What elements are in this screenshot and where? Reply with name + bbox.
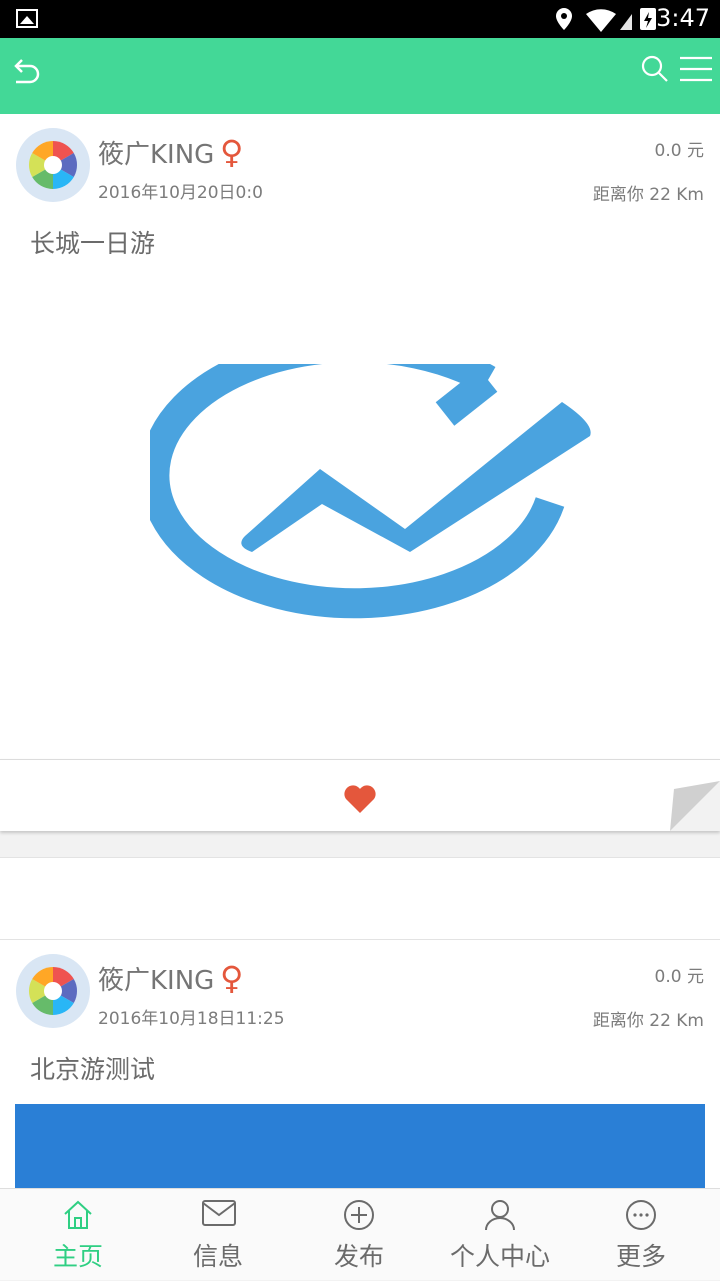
nav-label: 信息 [192,1242,243,1271]
post-date: 2016年10月18日11:25 [98,1009,285,1029]
post-date: 2016年10月20日0:0 [98,183,263,203]
nav-home[interactable]: 主页 [8,1189,148,1281]
username[interactable]: 筱广KING [98,960,214,997]
post-image-logo[interactable] [150,364,600,639]
post-distance: 距离你 22 Km [592,185,704,205]
post-title[interactable]: 长城一日游 [30,224,155,260]
avatar[interactable] [16,954,90,1028]
feed-list[interactable]: 筱广KING ♀ 2016年10月20日0:0 0.0 元 距离你 22 Km … [0,114,720,1188]
female-icon: ♀ [220,959,244,997]
nav-more[interactable]: 更多 [571,1189,711,1281]
user-icon [485,1200,515,1231]
post-action-bar [0,759,720,831]
clock: 3:47 [656,4,710,32]
more-icon [626,1200,656,1230]
nav-label: 更多 [615,1242,666,1271]
mail-icon [202,1200,236,1226]
bottom-navigation: 主页 信息 发布 个人中心 更多 [0,1188,720,1280]
camera-shutter-icon [28,141,78,189]
nav-label: 发布 [333,1242,384,1271]
post-price: 0.0 元 [654,141,704,161]
post-distance: 距离你 22 Km [592,1011,704,1031]
post-image[interactable] [15,1104,705,1188]
nav-publish[interactable]: 发布 [289,1189,429,1281]
system-status-icons [556,8,656,32]
page-fold-decoration [670,781,720,831]
search-icon[interactable] [640,54,670,84]
nav-messages[interactable]: 信息 [148,1189,288,1281]
post-card[interactable]: 筱广KING ♀ 2016年10月18日11:25 0.0 元 距离你 22 K… [0,940,720,1188]
plus-circle-icon [344,1200,374,1230]
camera-shutter-icon [28,967,78,1015]
status-bar: 3:47 [0,0,720,38]
home-icon [64,1200,92,1229]
post-card[interactable]: 筱广KING ♀ 2016年10月20日0:0 0.0 元 距离你 22 Km … [0,114,720,759]
post-price: 0.0 元 [654,967,704,987]
female-icon: ♀ [220,133,244,171]
heart-icon[interactable] [343,784,377,814]
app-bar [0,38,720,114]
avatar[interactable] [16,128,90,202]
feed-divider [0,857,720,940]
nav-label: 个人中心 [449,1242,550,1271]
nav-profile[interactable]: 个人中心 [430,1189,570,1281]
post-title[interactable]: 北京游测试 [30,1050,155,1086]
nav-label: 主页 [52,1242,103,1271]
back-arrow-icon[interactable] [10,56,42,88]
menu-icon[interactable] [680,56,712,82]
gallery-notification-icon [16,9,38,28]
username[interactable]: 筱广KING [98,134,214,171]
